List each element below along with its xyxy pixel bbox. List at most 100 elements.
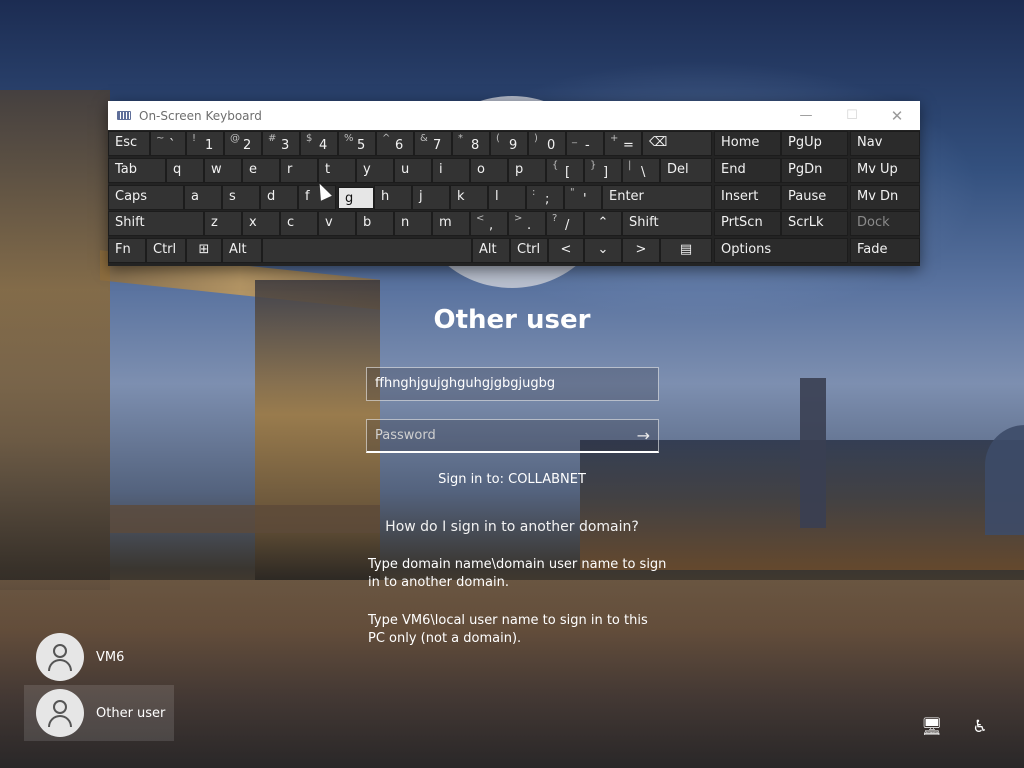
key-backtick[interactable]: ~ ` <box>150 131 186 156</box>
key-y[interactable]: y <box>356 158 394 183</box>
key-9[interactable]: (9 <box>490 131 528 156</box>
on-screen-keyboard: On-Screen Keyboard — ☐ ✕ Esc ~ ` ! 1 @2 #3… <box>108 101 920 266</box>
key-minus[interactable]: _ - <box>566 131 604 156</box>
key-slash[interactable]: ? / <box>546 211 584 236</box>
key-g[interactable]: g <box>338 187 374 209</box>
key-a[interactable]: a <box>184 185 222 210</box>
network-icon[interactable]: 🖥 <box>921 716 943 738</box>
key-k[interactable]: k <box>450 185 488 210</box>
key-del[interactable]: Del <box>660 158 712 183</box>
key-p[interactable]: p <box>508 158 546 183</box>
key-options[interactable]: Options <box>714 238 848 263</box>
key-d[interactable]: d <box>260 185 298 210</box>
key-menu[interactable]: ▤ <box>660 238 712 263</box>
key-shift-right[interactable]: Shift <box>622 211 712 236</box>
up-arrow-icon: ⌃ <box>597 215 609 230</box>
key-left-bracket[interactable]: {[ <box>546 158 584 183</box>
key-alt-left[interactable]: Alt <box>222 238 262 263</box>
key-shift-label: } <box>590 160 597 171</box>
key-fade[interactable]: Fade <box>850 238 920 263</box>
key-fn[interactable]: Fn <box>108 238 146 263</box>
key-o[interactable]: o <box>470 158 508 183</box>
key-ctrl-left[interactable]: Ctrl <box>146 238 186 263</box>
username-input[interactable]: ffhnghjgujghguhgjgbgjugbg <box>366 367 659 401</box>
key-mv-dn[interactable]: Mv Dn <box>850 185 920 210</box>
key-c[interactable]: c <box>280 211 318 236</box>
key-2[interactable]: @2 <box>224 131 262 156</box>
key-7[interactable]: & 7 <box>414 131 452 156</box>
key-6[interactable]: ^ 6 <box>376 131 414 156</box>
key-insert[interactable]: Insert <box>714 185 781 210</box>
key-comma[interactable]: <, <box>470 211 508 236</box>
key-ctrl-right[interactable]: Ctrl <box>510 238 548 263</box>
key-left-arrow[interactable]: < <box>548 238 584 263</box>
key-nav[interactable]: Nav <box>850 131 920 156</box>
key-mv-up[interactable]: Mv Up <box>850 158 920 183</box>
key-x[interactable]: x <box>242 211 280 236</box>
key-semicolon[interactable]: :; <box>526 185 564 210</box>
key-prtscn[interactable]: PrtScn <box>714 211 781 236</box>
key-e[interactable]: e <box>242 158 280 183</box>
key-space[interactable] <box>262 238 472 263</box>
key-4[interactable]: $4 <box>300 131 338 156</box>
password-input[interactable] <box>375 428 625 443</box>
user-tile-other-user[interactable]: Other user <box>24 685 174 741</box>
key-down-arrow[interactable]: ⌄ <box>584 238 622 263</box>
key-1[interactable]: ! 1 <box>186 131 224 156</box>
key-end[interactable]: End <box>714 158 781 183</box>
key-pgdn[interactable]: PgDn <box>781 158 848 183</box>
key-main-label: 0 <box>547 138 556 153</box>
key-alt-right[interactable]: Alt <box>472 238 510 263</box>
accessibility-icon[interactable]: ♿ <box>969 716 991 738</box>
key-enter[interactable]: Enter <box>602 185 712 210</box>
key-v[interactable]: v <box>318 211 356 236</box>
password-field[interactable]: → <box>366 419 659 453</box>
key-u[interactable]: u <box>394 158 432 183</box>
key-5[interactable]: % 5 <box>338 131 376 156</box>
key-quote[interactable]: " ' <box>564 185 602 210</box>
key-period[interactable]: >. <box>508 211 546 236</box>
key-backslash[interactable]: | \ <box>622 158 660 183</box>
key-right-bracket[interactable]: }] <box>584 158 622 183</box>
submit-arrow-icon[interactable]: → <box>637 420 650 452</box>
osk-title: On-Screen Keyboard <box>139 108 262 123</box>
key-caps[interactable]: Caps <box>108 185 184 210</box>
key-j[interactable]: j <box>412 185 450 210</box>
key-n[interactable]: n <box>394 211 432 236</box>
osk-titlebar[interactable]: On-Screen Keyboard — ☐ ✕ <box>108 101 920 130</box>
key-windows[interactable]: ⊞ <box>186 238 222 263</box>
key-pgup[interactable]: PgUp <box>781 131 848 156</box>
key-i[interactable]: i <box>432 158 470 183</box>
key-s[interactable]: s <box>222 185 260 210</box>
key-right-arrow[interactable]: > <box>622 238 660 263</box>
key-m[interactable]: m <box>432 211 470 236</box>
minimize-button[interactable]: — <box>783 101 829 130</box>
key-b[interactable]: b <box>356 211 394 236</box>
key-3[interactable]: #3 <box>262 131 300 156</box>
right-arrow-icon: > <box>635 242 647 257</box>
key-q[interactable]: q <box>166 158 204 183</box>
key-equals[interactable]: + = <box>604 131 642 156</box>
key-t[interactable]: t <box>318 158 356 183</box>
key-r[interactable]: r <box>280 158 318 183</box>
key-shift-label: _ <box>572 133 577 144</box>
key-0[interactable]: ) 0 <box>528 131 566 156</box>
key-h[interactable]: h <box>374 185 412 210</box>
key-pause[interactable]: Pause <box>781 185 848 210</box>
user-tile-vm6[interactable]: VM6 <box>24 629 174 685</box>
domain-help-link[interactable]: How do I sign in to another domain? <box>0 519 1024 535</box>
key-up-arrow[interactable]: ⌃ <box>584 211 622 236</box>
key-l[interactable]: l <box>488 185 526 210</box>
key-8[interactable]: * 8 <box>452 131 490 156</box>
key-shift-left[interactable]: Shift <box>108 211 204 236</box>
close-button[interactable]: ✕ <box>874 101 920 130</box>
key-esc[interactable]: Esc <box>108 131 150 156</box>
key-home[interactable]: Home <box>714 131 781 156</box>
key-dock: Dock <box>850 211 920 236</box>
background-city <box>580 440 1024 570</box>
key-backspace[interactable]: ⌫ <box>642 131 712 156</box>
key-w[interactable]: w <box>204 158 242 183</box>
key-z[interactable]: z <box>204 211 242 236</box>
key-scrlk[interactable]: ScrLk <box>781 211 848 236</box>
key-tab[interactable]: Tab <box>108 158 166 183</box>
